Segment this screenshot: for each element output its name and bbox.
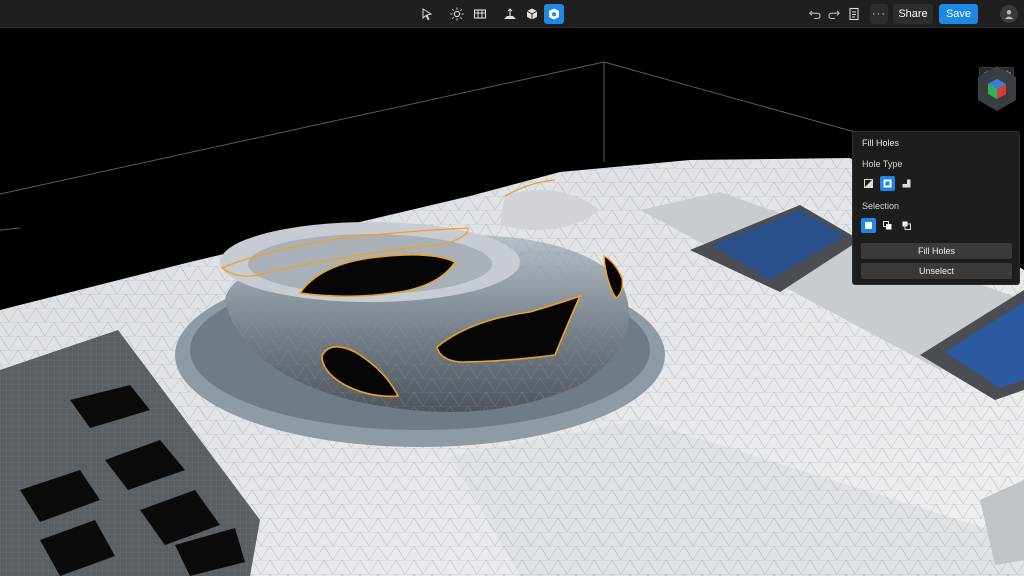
mesh-scene[interactable] — [0, 28, 1024, 576]
panel-title: Fill Holes — [862, 138, 900, 148]
orientation-cube-icon[interactable] — [975, 64, 1019, 114]
interior-hole-icon[interactable] — [880, 176, 895, 191]
save-button[interactable]: Save — [939, 4, 978, 24]
undo-icon[interactable] — [805, 4, 825, 24]
document-icon[interactable] — [844, 4, 864, 24]
model-cube-icon[interactable] — [522, 4, 542, 24]
user-avatar-icon[interactable] — [1000, 5, 1018, 23]
edge-hole-icon[interactable] — [861, 176, 876, 191]
redo-icon[interactable] — [824, 4, 844, 24]
corner-hole-icon[interactable] — [899, 176, 914, 191]
fill-holes-button[interactable]: Fill Holes — [861, 243, 1012, 259]
unselect-button[interactable]: Unselect — [861, 263, 1012, 279]
ground-plane-icon[interactable] — [500, 4, 520, 24]
share-button[interactable]: Share — [893, 4, 933, 24]
select-arrow-icon[interactable] — [417, 4, 437, 24]
3d-viewport[interactable]: Fill Holes Hole Type Selection Fill Hole… — [0, 28, 1024, 576]
selection-label: Selection — [862, 201, 900, 211]
select-subtract-icon[interactable] — [899, 218, 914, 233]
sun-light-icon[interactable] — [447, 4, 467, 24]
more-options-button[interactable]: ··· — [870, 4, 888, 24]
fill-holes-tool-icon[interactable] — [544, 4, 564, 24]
fill-holes-panel: Fill Holes Hole Type Selection Fill Hole… — [852, 131, 1020, 285]
select-single-icon[interactable] — [861, 218, 876, 233]
grid-layers-icon[interactable] — [470, 4, 490, 24]
top-toolbar: ··· Share Save — [0, 0, 1024, 28]
select-add-icon[interactable] — [880, 218, 895, 233]
hole-type-label: Hole Type — [862, 159, 903, 169]
